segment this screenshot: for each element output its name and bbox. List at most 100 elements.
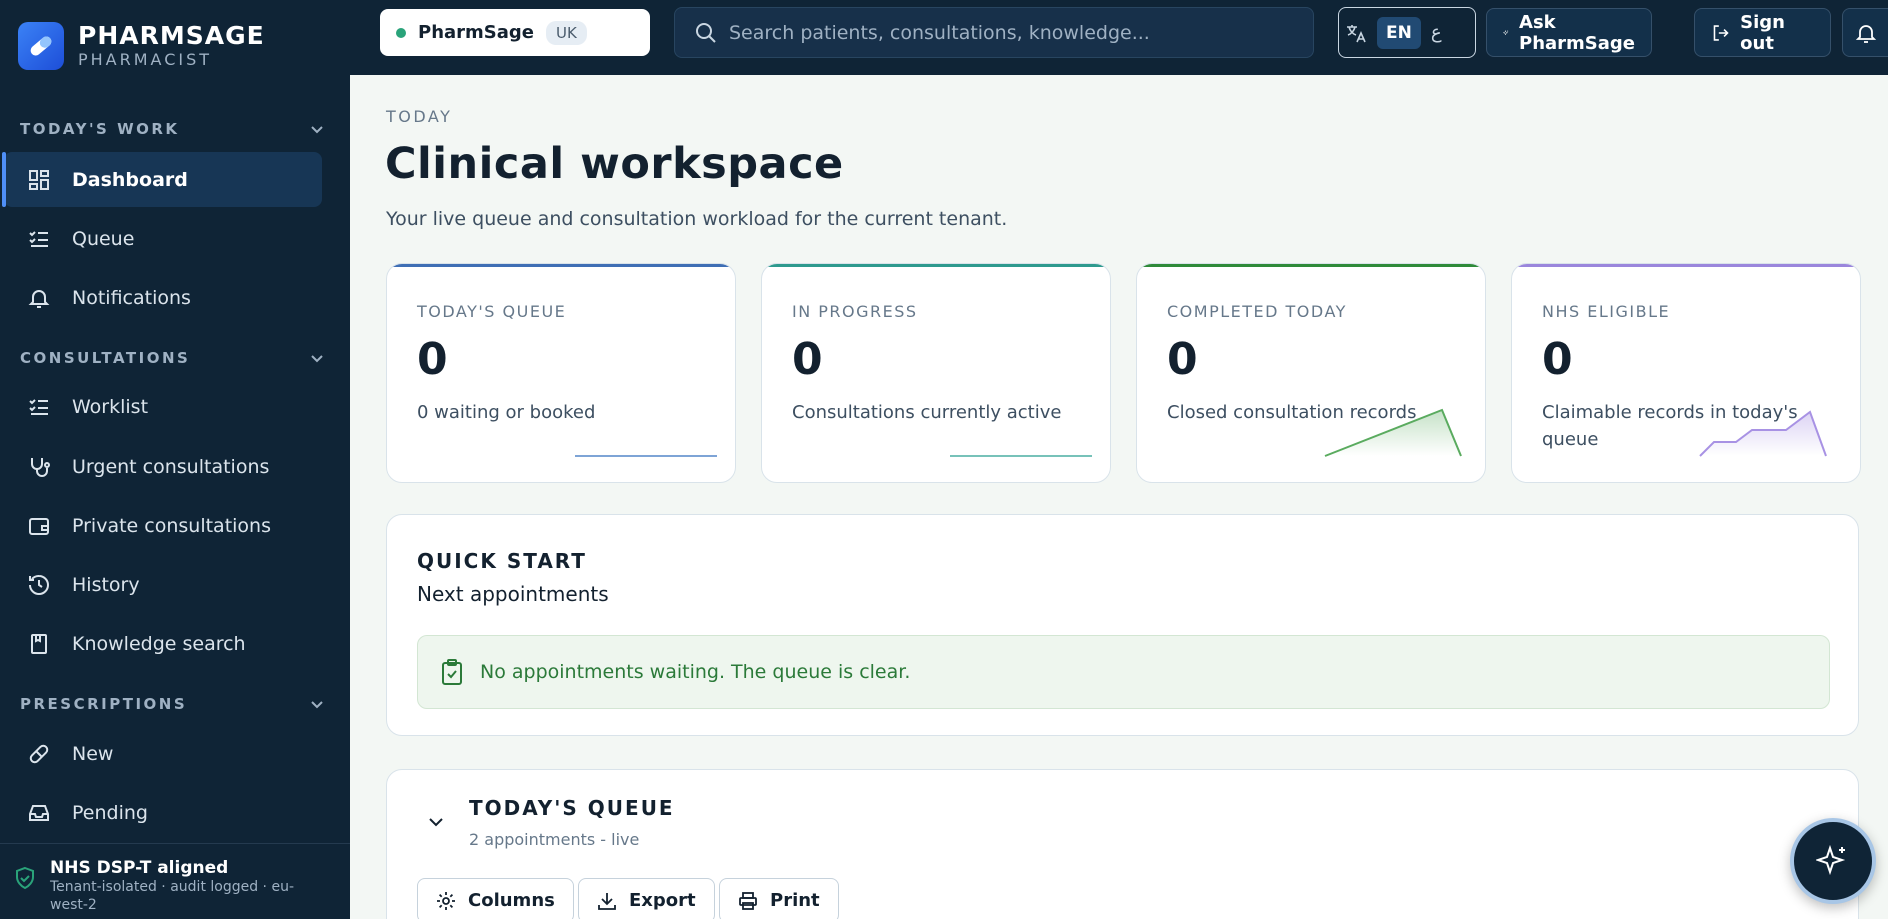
gear-icon: [437, 891, 455, 910]
stat-label: NHS ELIGIBLE: [1542, 302, 1671, 321]
sparkline: [575, 455, 717, 457]
section-prescriptions[interactable]: PRESCRIPTIONS: [20, 695, 324, 713]
global-search[interactable]: [674, 7, 1314, 58]
section-label: TODAY'S WORK: [20, 120, 180, 138]
search-icon: [696, 22, 716, 43]
sidebar-item-knowledge-search[interactable]: Knowledge search: [4, 616, 322, 671]
chevron-down-icon: [311, 126, 323, 134]
notifications-button[interactable]: [1842, 8, 1888, 57]
stat-value: 0: [1167, 334, 1198, 385]
compliance-footer: NHS DSP-T aligned Tenant-isolated · audi…: [0, 843, 350, 919]
sidebar-item-label: Notifications: [72, 286, 191, 309]
stat-label: IN PROGRESS: [792, 302, 918, 321]
page-title: Clinical workspace: [385, 139, 844, 189]
sidebar-item-urgent-consultations[interactable]: Urgent consultations: [4, 439, 322, 494]
sidebar-item-dashboard[interactable]: Dashboard: [2, 152, 322, 207]
pharmsage-logo-icon: [18, 22, 64, 70]
ask-pharmsage-button[interactable]: Ask PharmSage: [1486, 8, 1652, 57]
page-subtitle: Your live queue and consultation workloa…: [386, 208, 1008, 230]
brand[interactable]: PHARMSAGE PHARMACIST: [18, 22, 265, 70]
sidebar-item-notifications[interactable]: Notifications: [4, 270, 322, 325]
inbox-icon: [26, 800, 52, 826]
stat-value: 0: [1542, 334, 1573, 385]
brand-name: PHARMSAGE: [78, 21, 265, 50]
stethoscope-icon: [26, 454, 52, 480]
section-todays-work[interactable]: TODAY'S WORK: [20, 120, 324, 138]
stat-label: COMPLETED TODAY: [1167, 302, 1347, 321]
stat-label: TODAY'S QUEUE: [417, 302, 567, 321]
pill-icon: [26, 741, 52, 767]
sidebar-item-label: New: [72, 742, 114, 765]
export-label: Export: [629, 890, 696, 911]
ask-pharmsage-label: Ask PharmSage: [1519, 11, 1636, 54]
download-icon: [598, 892, 616, 910]
compliance-title: NHS DSP-T aligned: [50, 858, 229, 878]
sidebar-item-new[interactable]: New: [4, 726, 322, 781]
language-ar-button[interactable]: ع: [1431, 22, 1442, 43]
stat-card-nhs-eligible[interactable]: NHS ELIGIBLE 0 Claimable records in toda…: [1511, 263, 1861, 483]
stat-card-todays-queue[interactable]: TODAY'S QUEUE 0 0 waiting or booked: [386, 263, 736, 483]
sidebar: PHARMSAGE PHARMACIST TODAY'S WORK Dashbo…: [0, 0, 350, 919]
stat-card-in-progress[interactable]: IN PROGRESS 0 Consultations currently ac…: [761, 263, 1111, 483]
stat-value: 0: [417, 334, 448, 385]
chevron-down-icon: [311, 355, 323, 363]
sign-out-label: Sign out: [1740, 11, 1785, 54]
section-consultations[interactable]: CONSULTATIONS: [20, 349, 324, 367]
page-eyebrow: TODAY: [386, 107, 453, 126]
columns-button[interactable]: Columns: [417, 878, 574, 919]
sidebar-item-label: Urgent consultations: [72, 455, 270, 478]
section-label: PRESCRIPTIONS: [20, 695, 188, 713]
todays-queue-panel: TODAY'S QUEUE 2 appointments - live Colu…: [386, 769, 1859, 919]
panel-title: QUICK START: [417, 549, 587, 573]
sidebar-item-worklist[interactable]: Worklist: [4, 379, 322, 434]
sidebar-item-pending[interactable]: Pending: [4, 785, 322, 840]
stat-value: 0: [792, 334, 823, 385]
dashboard-icon: [26, 167, 52, 193]
sparkline: [1324, 408, 1462, 457]
clipboard-check-icon: [442, 659, 462, 685]
sidebar-item-label: Pending: [72, 801, 148, 824]
tenant-region-badge: UK: [546, 20, 587, 45]
status-dot: [396, 27, 406, 38]
bell-icon: [26, 285, 52, 311]
panel-subtitle: Next appointments: [417, 582, 609, 606]
language-en-button[interactable]: EN: [1377, 16, 1421, 49]
sidebar-item-label: Private consultations: [72, 514, 271, 537]
sidebar-item-private-consultations[interactable]: Private consultations: [4, 498, 322, 553]
notice-text: No appointments waiting. The queue is cl…: [480, 661, 911, 683]
book-icon: [26, 631, 52, 657]
sparkline: [1699, 410, 1827, 457]
sidebar-item-history[interactable]: History: [4, 557, 322, 612]
tenant-name: PharmSage: [418, 22, 534, 43]
sidebar-item-label: Worklist: [72, 395, 149, 418]
main-content: TODAY Clinical workspace Your live queue…: [350, 75, 1888, 919]
sparkle-icon: [1503, 29, 1509, 36]
printer-icon: [739, 891, 757, 910]
list-check-icon: [26, 226, 52, 252]
export-button[interactable]: Export: [578, 878, 715, 919]
section-label: CONSULTATIONS: [20, 349, 191, 367]
print-label: Print: [770, 890, 820, 911]
chevron-down-icon: [311, 701, 323, 709]
sidebar-item-queue[interactable]: Queue: [4, 211, 322, 266]
chevron-down-icon[interactable]: [427, 813, 445, 831]
language-switcher[interactable]: EN ع: [1338, 7, 1476, 58]
sidebar-item-label: Knowledge search: [72, 632, 246, 655]
search-input[interactable]: [729, 21, 1289, 44]
print-button[interactable]: Print: [719, 878, 839, 919]
sign-out-icon: [1713, 24, 1729, 41]
columns-label: Columns: [468, 890, 555, 911]
sparkle-icon: [1816, 844, 1846, 876]
topbar: PharmSage UK EN ع Ask PharmSage Sign out: [350, 0, 1888, 75]
sparkline: [950, 455, 1092, 457]
shield-check-icon: [16, 866, 34, 890]
bell-icon: [1855, 24, 1877, 43]
history-icon: [26, 572, 52, 598]
tenant-switcher[interactable]: PharmSage UK: [380, 9, 650, 56]
stat-card-completed-today[interactable]: COMPLETED TODAY 0 Closed consultation re…: [1136, 263, 1486, 483]
panel-subtitle: 2 appointments - live: [469, 830, 640, 849]
list-check-icon: [26, 394, 52, 420]
sidebar-item-label: Dashboard: [72, 168, 188, 191]
assistant-fab-button[interactable]: [1790, 818, 1876, 904]
sign-out-button[interactable]: Sign out: [1694, 8, 1831, 57]
